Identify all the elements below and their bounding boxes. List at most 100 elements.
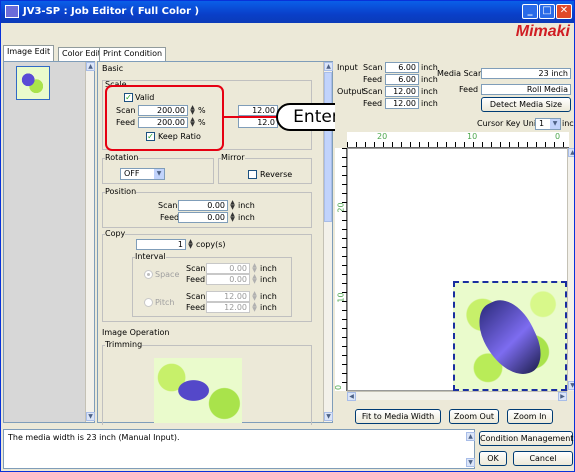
pitch-feed-input[interactable]: 12.00 [206, 302, 250, 313]
condition-management-button[interactable]: Condition Management [479, 431, 573, 446]
space-feed-input[interactable]: 0.00 [206, 274, 250, 285]
copy-count-input[interactable]: 1 [136, 239, 186, 250]
interval-title: Interval [135, 252, 166, 261]
left-ruler: 20 10 0 [334, 148, 347, 391]
tab-print-condition[interactable]: Print Condition [99, 47, 167, 61]
scroll-left-icon[interactable]: ◀ [347, 392, 356, 401]
window-title: JV3-SP : Job Editor ( Full Color ) [23, 6, 200, 17]
rotation-value: OFF [124, 169, 140, 178]
media-feed-label: Feed [459, 85, 479, 94]
chevron-down-icon[interactable]: ▼ [154, 169, 164, 179]
pitch-label: Pitch [155, 298, 175, 307]
scale-feed-inch-input[interactable]: 12.0 [238, 117, 278, 128]
scroll-down-icon[interactable]: ▼ [86, 412, 95, 421]
close-button[interactable]: ✕ [556, 4, 572, 19]
brand-logo: Mimaki [515, 23, 570, 40]
reverse-checkbox[interactable] [248, 170, 257, 179]
job-editor-window: JV3-SP : Job Editor ( Full Color ) _ □ ✕… [0, 0, 575, 472]
input-scan-unit: inch [421, 63, 438, 72]
fit-to-media-width-button[interactable]: Fit to Media Width [355, 409, 441, 424]
copy-title: Copy [105, 229, 126, 238]
cursor-key-unit: inch [562, 119, 574, 128]
output-scan-unit: inch [421, 87, 438, 96]
top-ruler: 20 10 0 [347, 132, 569, 148]
preview-image[interactable] [453, 281, 567, 391]
thumbnail-list[interactable]: ▲ ▼ [3, 61, 95, 423]
pitch-feed-spinner[interactable]: ▲ ▼ [251, 302, 258, 313]
media-feed-value: Roll Media [481, 84, 571, 95]
scroll-up-icon[interactable]: ▲ [324, 62, 333, 71]
pitch-scan-label: Scan [186, 292, 206, 301]
position-feed-input[interactable]: 0.00 [178, 212, 228, 223]
scroll-down-icon[interactable]: ▼ [568, 381, 574, 390]
chevron-down-icon[interactable]: ▼ [550, 119, 560, 129]
detect-media-size-button[interactable]: Detect Media Size [481, 97, 571, 112]
thumbnail-scrollbar[interactable]: ▲ ▼ [85, 62, 95, 422]
basic-title: Basic [102, 64, 124, 73]
cursor-key-value: 1 [539, 119, 545, 128]
space-scan-input[interactable]: 0.00 [206, 263, 250, 274]
trimming-title: Trimming [105, 340, 143, 349]
zoom-out-button[interactable]: Zoom Out [449, 409, 499, 424]
pitch-radio[interactable] [144, 298, 153, 307]
position-scan-unit: inch [238, 201, 255, 210]
cursor-key-select[interactable]: 1 ▼ [535, 118, 561, 130]
position-scan-spinner[interactable]: ▲ ▼ [229, 200, 236, 211]
input-feed-value: 6.00 [385, 74, 419, 85]
ok-button[interactable]: OK [479, 451, 507, 466]
position-scan-input[interactable]: 0.00 [178, 200, 228, 211]
output-feed-value: 12.00 [385, 98, 419, 109]
mirror-title: Mirror [221, 153, 245, 162]
output-scan-label: Scan [363, 87, 383, 96]
minimize-button[interactable]: _ [522, 4, 538, 19]
scroll-down-icon[interactable]: ▼ [324, 412, 333, 421]
top-ruler-tick: 20 [377, 132, 388, 141]
rotation-select[interactable]: OFF ▼ [120, 168, 165, 180]
position-feed-unit: inch [238, 213, 255, 222]
input-scan-value: 6.00 [385, 62, 419, 73]
status-message: The media width is 23 inch (Manual Input… [8, 433, 180, 442]
position-feed-label: Feed [160, 213, 180, 222]
space-radio[interactable] [144, 270, 153, 279]
space-feed-spinner[interactable]: ▲ ▼ [251, 274, 258, 285]
copy-count-spinner[interactable]: ▲ ▼ [187, 239, 194, 250]
space-label: Space [155, 270, 180, 279]
space-feed-label: Feed [186, 275, 206, 284]
thumbnail-image[interactable] [16, 66, 50, 100]
scroll-up-icon[interactable]: ▲ [466, 432, 475, 441]
pitch-scan-input[interactable]: 12.00 [206, 291, 250, 302]
scrollbar-thumb[interactable] [324, 72, 332, 222]
highlight-connector [224, 116, 278, 118]
scroll-down-icon[interactable]: ▼ [466, 458, 475, 467]
trimming-image[interactable] [154, 358, 242, 423]
scroll-up-icon[interactable]: ▲ [86, 62, 95, 71]
tab-color-edit[interactable]: Color Edit [58, 47, 105, 61]
input-feed-unit: inch [421, 75, 438, 84]
position-feed-spinner[interactable]: ▲ ▼ [229, 212, 236, 223]
top-ruler-tick: 0 [555, 132, 561, 141]
pitch-scan-unit: inch [260, 292, 277, 301]
output-feed-unit: inch [421, 99, 438, 108]
space-feed-unit: inch [260, 275, 277, 284]
tab-image-edit[interactable]: Image Edit [3, 45, 55, 61]
dolphin-shape [470, 291, 550, 385]
canvas-hscroll[interactable]: ◀ ▶ [347, 391, 567, 401]
input-label: Input [337, 63, 358, 72]
cursor-key-label: Cursor Key Unit [477, 119, 540, 128]
canvas-vscroll[interactable]: ▲ ▼ [567, 148, 574, 391]
input-feed-label: Feed [363, 75, 383, 84]
ruler-ticks [347, 142, 569, 147]
image-operation-title: Image Operation [102, 328, 170, 337]
cancel-button[interactable]: Cancel [513, 451, 573, 466]
scroll-right-icon[interactable]: ▶ [558, 392, 567, 401]
copy-count-unit: copy(s) [196, 240, 226, 249]
zoom-in-button[interactable]: Zoom In [507, 409, 553, 424]
scroll-up-icon[interactable]: ▲ [568, 148, 574, 157]
position-scan-label: Scan [158, 201, 178, 210]
maximize-button[interactable]: □ [539, 4, 555, 19]
media-scan-label: Media Scan [437, 69, 484, 78]
rotation-title: Rotation [105, 153, 139, 162]
output-label: Output [337, 87, 365, 96]
scale-scan-inch-input[interactable]: 12.00 [238, 105, 278, 116]
title-bar: JV3-SP : Job Editor ( Full Color ) _ □ ✕ [1, 1, 574, 23]
